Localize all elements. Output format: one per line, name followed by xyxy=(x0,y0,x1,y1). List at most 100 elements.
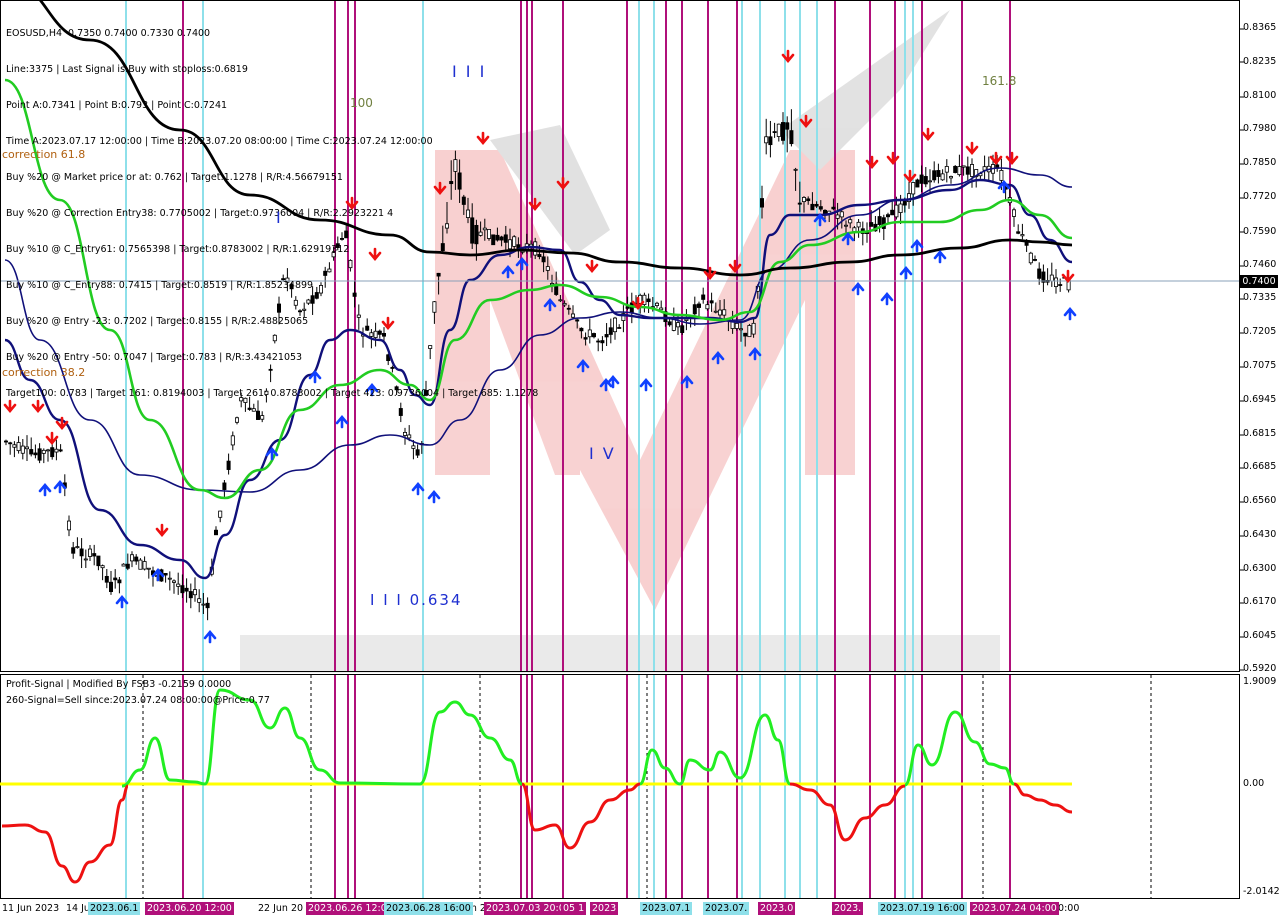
candle-body xyxy=(680,325,685,333)
candle-body xyxy=(923,176,928,185)
candle-body xyxy=(919,174,924,184)
candle-body xyxy=(781,122,786,141)
candle-body xyxy=(785,122,790,130)
time-marker-box: 2023 xyxy=(590,902,619,915)
candle-body xyxy=(965,166,970,175)
candle-body xyxy=(58,449,63,452)
wave-1-label: I xyxy=(276,208,283,227)
wave-3-label: I I I xyxy=(452,62,487,81)
info-line: Buy %10 @ C_Entry61: 0.7565398 | Target:… xyxy=(6,244,350,255)
candle-body xyxy=(932,170,937,181)
candle-body xyxy=(705,304,710,310)
candle-body xyxy=(596,340,601,343)
price-tick: 0.8365 xyxy=(1243,22,1277,33)
candle-body xyxy=(138,559,143,570)
candle-body xyxy=(1016,231,1021,234)
time-marker-box: 05 1 xyxy=(561,902,587,915)
candle-body xyxy=(234,417,239,423)
candle-body xyxy=(33,452,38,456)
price-tick: 0.7590 xyxy=(1243,226,1277,237)
time-marker-box: 2023.07.03 20:00 xyxy=(484,902,573,915)
price-tick: 0.6170 xyxy=(1243,596,1277,607)
candle-body xyxy=(583,337,588,340)
candle-body xyxy=(970,164,975,177)
candle-body xyxy=(1012,209,1017,217)
candle-body xyxy=(625,306,630,309)
price-tick: 0.6560 xyxy=(1243,495,1277,506)
time-marker-box: 2023.07. xyxy=(703,902,750,915)
candle-body xyxy=(83,558,88,561)
candle-body xyxy=(743,332,748,337)
price-tick: 0.7205 xyxy=(1243,326,1277,337)
time-tick: 11 Jun 2023 xyxy=(2,903,60,914)
time-marker-box: 2023.07.1 xyxy=(640,902,693,915)
fib-target-1618-label: 161.8 xyxy=(982,74,1017,88)
candle-body xyxy=(46,449,51,452)
candle-body xyxy=(1028,252,1033,264)
candle-body xyxy=(192,589,197,596)
price-tick: 0.6945 xyxy=(1243,394,1277,405)
signal-red-line xyxy=(1,782,1073,884)
candle-body xyxy=(713,310,718,313)
candle-body xyxy=(940,173,945,181)
candle-body xyxy=(764,136,769,144)
sell-arrow xyxy=(921,127,935,142)
candle-body xyxy=(869,222,874,227)
buy-arrow xyxy=(335,414,349,429)
candle-body xyxy=(29,449,34,455)
price-tick: 0.5920 xyxy=(1243,663,1277,674)
buy-arrow xyxy=(203,629,217,644)
candle-body xyxy=(898,203,903,213)
candle-body xyxy=(415,449,420,456)
info-line: Buy %20 @ Correction Entry38: 0.7705002 … xyxy=(6,208,394,219)
candle-body xyxy=(802,197,807,203)
candle-body xyxy=(617,327,622,329)
buy-arrow xyxy=(933,249,947,264)
price-tick: 0.7980 xyxy=(1243,123,1277,134)
candle-body xyxy=(545,266,550,271)
indicator-tick: 0.00 xyxy=(1243,778,1265,789)
indicator-vertical-lines xyxy=(125,675,1152,898)
candle-body xyxy=(806,198,811,202)
candle-body xyxy=(109,581,114,593)
candle-body xyxy=(566,307,571,310)
candle-body xyxy=(4,440,9,443)
candle-body xyxy=(768,136,773,146)
candle-body xyxy=(676,322,681,328)
candle-body xyxy=(793,168,798,171)
sell-arrow xyxy=(865,155,879,170)
candle-body xyxy=(1058,284,1063,286)
wave-3-level-label: I I I 0.634 xyxy=(370,591,463,609)
candle-body xyxy=(142,561,147,570)
buy-arrow xyxy=(1063,306,1077,321)
candle-body xyxy=(37,448,42,461)
candle-body xyxy=(54,448,59,453)
time-marker-box: 2023.06.1 xyxy=(88,902,141,915)
candle-body xyxy=(579,327,584,332)
buy-arrow xyxy=(427,489,441,504)
candle-body xyxy=(213,529,218,536)
fib-correction-618-label: correction 61.8 xyxy=(2,148,86,161)
candle-body xyxy=(797,202,802,205)
candle-body xyxy=(999,170,1004,181)
time-marker-box: 2023. xyxy=(832,902,864,915)
candle-body xyxy=(96,555,101,567)
candle-body xyxy=(12,444,17,448)
sell-arrow xyxy=(965,141,979,156)
candle-body xyxy=(844,224,849,227)
candle-body xyxy=(41,449,46,454)
time-marker-box: 2023.07.19 16:00 xyxy=(878,902,967,915)
candle-body xyxy=(100,565,105,569)
candle-body xyxy=(747,325,752,338)
symbol-line: EOSUSD,H4 0.7350 0.7400 0.7330 0.7400 xyxy=(6,28,211,39)
fib-target-100-label: 100 xyxy=(350,96,373,110)
sell-arrow xyxy=(1005,151,1019,166)
price-tick: 0.6685 xyxy=(1243,461,1277,472)
price-tick: 0.7720 xyxy=(1243,191,1277,202)
candle-body xyxy=(831,206,836,210)
candle-body xyxy=(1049,274,1054,282)
info-line: Buy %20 @ Entry -23: 0.7202 | Target:0.8… xyxy=(6,316,309,327)
candle-body xyxy=(739,328,744,331)
candle-body xyxy=(222,482,227,490)
indicator-tick: 1.9009 xyxy=(1243,676,1277,687)
